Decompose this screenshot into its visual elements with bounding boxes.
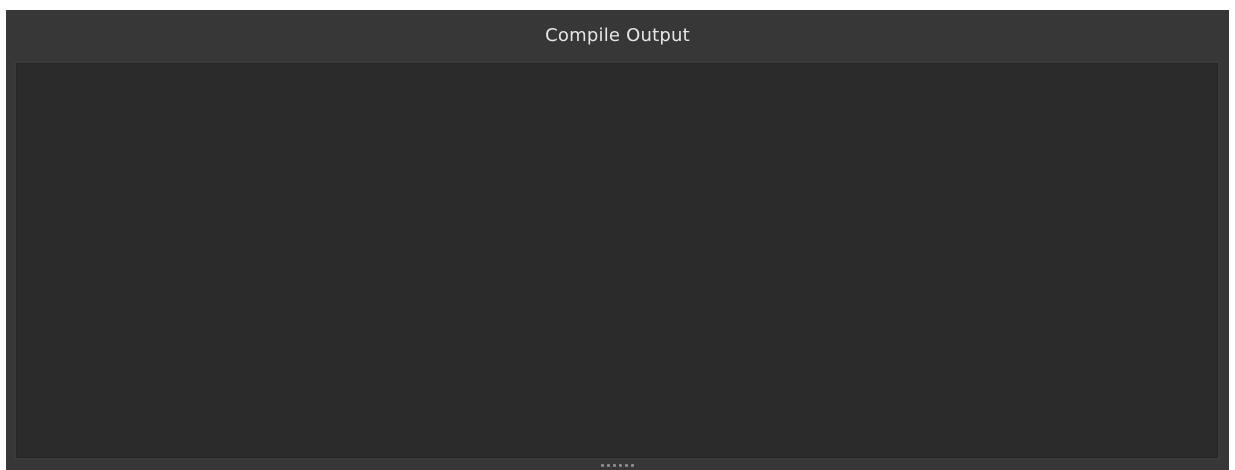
grip-dot [625, 463, 629, 467]
panel-header: Compile Output [6, 10, 1229, 60]
panel-title: Compile Output [545, 24, 690, 46]
compile-output-text[interactable] [16, 63, 1218, 458]
grip-dot [612, 463, 616, 467]
grip-dot [606, 463, 610, 467]
grip-dot [619, 463, 623, 467]
grip-dot [600, 463, 604, 467]
compile-output-panel: Compile Output [6, 10, 1229, 470]
grip-dot [631, 463, 635, 467]
resize-grip-icon[interactable] [600, 462, 635, 468]
compile-output-area[interactable] [14, 61, 1220, 460]
